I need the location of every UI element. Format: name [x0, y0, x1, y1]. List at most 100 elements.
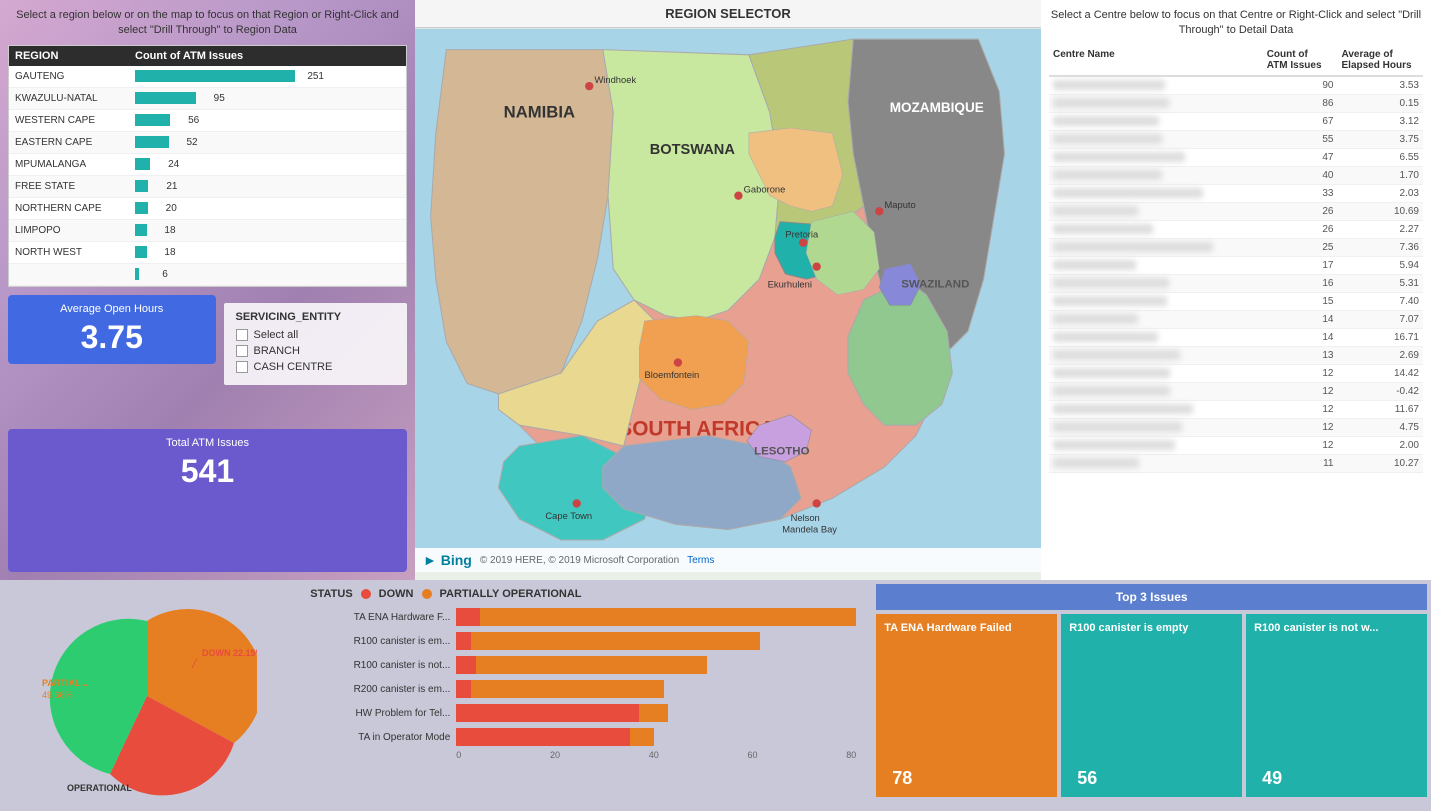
centre-table-row[interactable]: 11 10.27: [1049, 454, 1423, 472]
centre-table-row[interactable]: 25 7.36: [1049, 238, 1423, 256]
svg-text:Gaborone: Gaborone: [744, 185, 786, 195]
centre-table-row[interactable]: 15 7.40: [1049, 292, 1423, 310]
svg-text:Maputo: Maputo: [885, 200, 916, 210]
bar-track-2: [456, 656, 856, 674]
map-footer: ► Bing © 2019 HERE, © 2019 Microsoft Cor…: [415, 548, 1041, 572]
centre-table-row[interactable]: 86 0.15: [1049, 94, 1423, 112]
top3-card-body-1: 56: [1061, 642, 1242, 797]
svg-text:Ekurhuleni: Ekurhuleni: [768, 279, 812, 289]
metrics-row: Average Open Hours 3.75 SERVICING_ENTITY…: [8, 295, 407, 422]
centre-count-cell: 25: [1263, 238, 1338, 256]
bar-track-0: [456, 608, 856, 626]
centre-avg-cell: 10.27: [1338, 454, 1424, 472]
svg-text:Mandela Bay: Mandela Bay: [782, 525, 837, 535]
region-row[interactable]: LIMPOPO 18: [9, 220, 406, 242]
centre-table-row[interactable]: 26 2.27: [1049, 220, 1423, 238]
region-row[interactable]: EASTERN CAPE 52: [9, 132, 406, 154]
top3-card-body-0: 78: [876, 642, 1057, 797]
centre-table-wrapper[interactable]: Centre Name Count ofATM Issues Average o…: [1049, 45, 1423, 572]
top3-card-0[interactable]: TA ENA Hardware Failed 78: [876, 614, 1057, 797]
bar-row-2: R100 canister is not...: [310, 656, 856, 674]
centre-table-row[interactable]: 12 -0.42: [1049, 382, 1423, 400]
map-container[interactable]: NAMIBIA BOTSWANA MOZAMBIQUE SOUTH AFRI: [415, 28, 1041, 572]
region-name: NORTH WEST: [15, 247, 135, 258]
bar-red-2: [456, 656, 475, 674]
centre-count-cell: 12: [1263, 400, 1338, 418]
status-label: STATUS: [310, 588, 352, 600]
region-row[interactable]: NORTHERN CAPE 20: [9, 198, 406, 220]
centre-table-row[interactable]: 47 6.55: [1049, 148, 1423, 166]
centre-name-cell: [1049, 274, 1263, 292]
region-name: EASTERN CAPE: [15, 137, 135, 148]
centre-name-cell: [1049, 328, 1263, 346]
centre-table-row[interactable]: 55 3.75: [1049, 130, 1423, 148]
total-atm-card: Total ATM Issues 541: [8, 429, 407, 572]
centre-count-cell: 12: [1263, 436, 1338, 454]
servicing-section: SERVICING_ENTITY Select allBRANCHCASH CE…: [224, 303, 408, 385]
centre-table-row[interactable]: 67 3.12: [1049, 112, 1423, 130]
centre-table-row[interactable]: 12 2.00: [1049, 436, 1423, 454]
map-title: REGION SELECTOR: [415, 0, 1041, 28]
region-bar-container: 251: [135, 70, 400, 82]
centre-count-cell: 15: [1263, 292, 1338, 310]
centre-table-row[interactable]: 12 14.42: [1049, 364, 1423, 382]
servicing-option-1[interactable]: BRANCH: [236, 345, 396, 357]
top3-card-title-0: TA ENA Hardware Failed: [876, 614, 1057, 642]
region-row[interactable]: WESTERN CAPE 56: [9, 110, 406, 132]
centre-avg-cell: 11.67: [1338, 400, 1424, 418]
top3-card-1[interactable]: R100 canister is empty 56: [1061, 614, 1242, 797]
centre-count-cell: 12: [1263, 364, 1338, 382]
centre-table-row[interactable]: 16 5.31: [1049, 274, 1423, 292]
region-bar-container: 24: [135, 158, 400, 170]
centre-table-row[interactable]: 14 7.07: [1049, 310, 1423, 328]
centre-table-row[interactable]: 40 1.70: [1049, 166, 1423, 184]
centre-table-row[interactable]: 12 11.67: [1049, 400, 1423, 418]
centre-table-row[interactable]: 14 16.71: [1049, 328, 1423, 346]
centre-table-row[interactable]: 90 3.53: [1049, 76, 1423, 95]
avg-hours-value: 3.75: [20, 319, 204, 356]
centre-count-cell: 14: [1263, 328, 1338, 346]
top3-card-2[interactable]: R100 canister is not w... 49: [1246, 614, 1427, 797]
centre-name-cell: [1049, 454, 1263, 472]
servicing-option-2[interactable]: CASH CENTRE: [236, 361, 396, 373]
bar-chart-section: STATUS DOWN PARTIALLY OPERATIONAL TA ENA…: [294, 580, 872, 811]
centre-avg-cell: 5.31: [1338, 274, 1424, 292]
bar-track-5: [456, 728, 856, 746]
bar-red-5: [456, 728, 629, 746]
bar-axis: 0 20 40 60 80: [310, 750, 856, 760]
region-row[interactable]: FREE STATE 21: [9, 176, 406, 198]
checkbox-1[interactable]: [236, 345, 248, 357]
centre-table: Centre Name Count ofATM Issues Average o…: [1049, 45, 1423, 473]
pie-chart-section: PARTIAL... 49.66% DOWN 22.15% OPERATIONA…: [0, 580, 294, 811]
region-name: MPUMALANGA: [15, 159, 135, 170]
centre-table-row[interactable]: 33 2.03: [1049, 184, 1423, 202]
centre-table-row[interactable]: 17 5.94: [1049, 256, 1423, 274]
avg-hours-label: Average Open Hours: [20, 303, 204, 315]
pie-chart-svg: PARTIAL... 49.66% DOWN 22.15% OPERATIONA…: [37, 596, 257, 796]
region-row[interactable]: 6: [9, 264, 406, 286]
servicing-option-0[interactable]: Select all: [236, 329, 396, 341]
centre-table-row[interactable]: 12 4.75: [1049, 418, 1423, 436]
bar-label-4: HW Problem for Tel...: [310, 708, 450, 719]
region-name: FREE STATE: [15, 181, 135, 192]
region-bar: [135, 92, 196, 104]
count-col-header: Count of ATM Issues: [135, 50, 400, 62]
centre-table-row[interactable]: 26 10.69: [1049, 202, 1423, 220]
center-panel: REGION SELECTOR NAMIBIA BOTSWANA: [415, 0, 1041, 580]
top3-count-2: 49: [1254, 764, 1290, 793]
centre-count-cell: 16: [1263, 274, 1338, 292]
centre-table-body: 90 3.53 86 0.15 67 3.12 55 3.75 47 6.55 …: [1049, 76, 1423, 473]
svg-text:28.19%: 28.19%: [77, 795, 108, 796]
region-row[interactable]: MPUMALANGA 24: [9, 154, 406, 176]
region-row[interactable]: NORTH WEST 18: [9, 242, 406, 264]
region-row[interactable]: KWAZULU-NATAL 95: [9, 88, 406, 110]
map-terms[interactable]: Terms: [687, 555, 714, 566]
checkbox-2[interactable]: [236, 361, 248, 373]
right-instruction: Select a Centre below to focus on that C…: [1049, 8, 1423, 39]
servicing-label-1: BRANCH: [254, 345, 300, 357]
checkbox-0[interactable]: [236, 329, 248, 341]
top3-grid: TA ENA Hardware Failed 78 R100 canister …: [876, 614, 1427, 797]
region-row[interactable]: GAUTENG 251: [9, 66, 406, 88]
centre-table-row[interactable]: 13 2.69: [1049, 346, 1423, 364]
svg-text:SWAZILAND: SWAZILAND: [901, 278, 969, 290]
